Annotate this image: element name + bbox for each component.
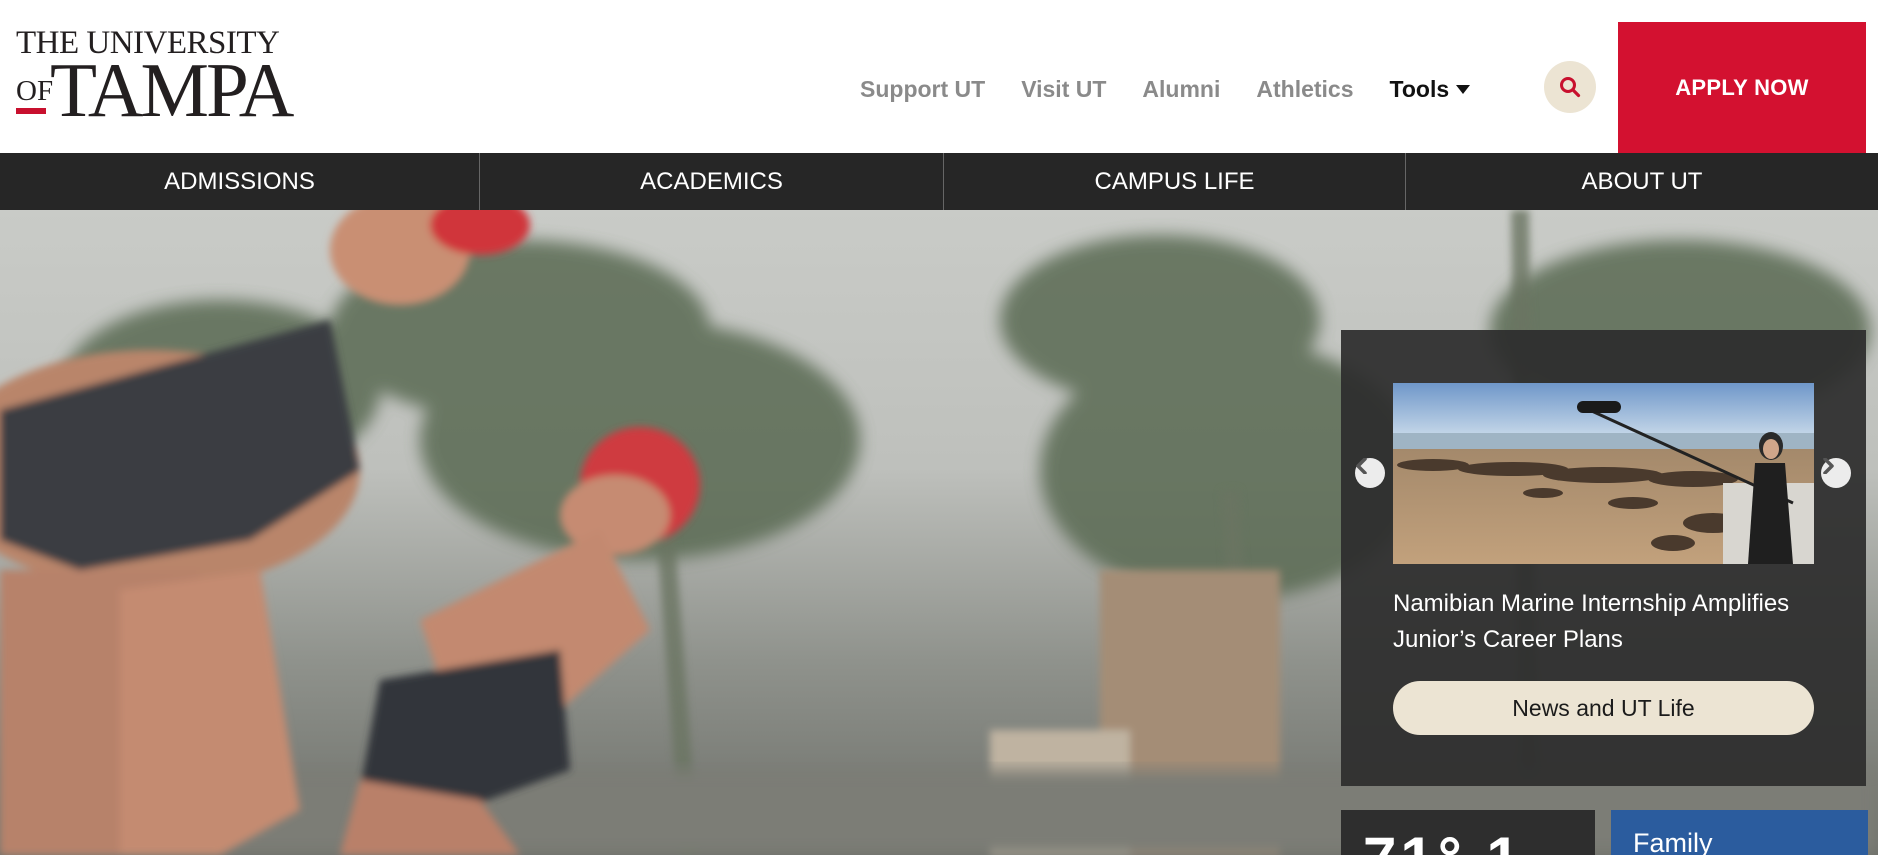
utility-link-support-ut[interactable]: Support UT xyxy=(860,76,985,103)
logo-of: OF xyxy=(16,75,54,107)
nav-item-academics[interactable]: ACADEMICS xyxy=(480,153,943,210)
family-label: Family xyxy=(1633,828,1713,855)
news-card: Namibian Marine Internship Amplifies Jun… xyxy=(1341,330,1866,786)
logo-red-bar xyxy=(16,108,46,114)
nav-item-about-ut[interactable]: ABOUT UT xyxy=(1406,153,1878,210)
news-and-ut-life-button[interactable]: News and UT Life xyxy=(1393,681,1814,735)
apply-now-button[interactable]: APPLY NOW xyxy=(1618,22,1866,153)
nav-item-campus-life[interactable]: CAMPUS LIFE xyxy=(944,153,1405,210)
carousel-prev-button[interactable] xyxy=(1355,458,1385,488)
utility-link-athletics[interactable]: Athletics xyxy=(1256,76,1353,103)
logo-tampa: TAMPA xyxy=(50,47,294,133)
family-promo[interactable]: Family xyxy=(1611,810,1868,855)
hero-banner: Namibian Marine Internship Amplifies Jun… xyxy=(0,210,1878,855)
utility-nav: Support UT Visit UT Alumni Athletics Too… xyxy=(860,68,1471,110)
main-nav: ADMISSIONS ACADEMICS CAMPUS LIFE ABOUT U… xyxy=(0,153,1878,210)
chevron-right-icon xyxy=(1823,458,1834,474)
search-icon xyxy=(1560,77,1581,98)
news-headline[interactable]: Namibian Marine Internship Amplifies Jun… xyxy=(1393,586,1823,658)
site-header: THE UNIVERSITY OF TAMPA Support UT Visit… xyxy=(0,0,1878,153)
search-button[interactable] xyxy=(1544,61,1596,113)
weather-widget: 71° 1 xyxy=(1341,810,1595,855)
news-image[interactable] xyxy=(1393,383,1814,564)
caret-down-icon xyxy=(1456,84,1471,94)
university-logo[interactable]: THE UNIVERSITY OF TAMPA xyxy=(16,26,294,129)
weather-temperature: 71° 1 xyxy=(1363,824,1524,855)
utility-link-alumni[interactable]: Alumni xyxy=(1142,76,1220,103)
nav-item-admissions[interactable]: ADMISSIONS xyxy=(0,153,479,210)
carousel-next-button[interactable] xyxy=(1821,458,1851,488)
tools-label: Tools xyxy=(1389,75,1450,102)
utility-link-visit-ut[interactable]: Visit UT xyxy=(1021,76,1106,103)
chevron-left-icon xyxy=(1356,458,1367,474)
tools-dropdown[interactable]: Tools xyxy=(1390,76,1471,103)
